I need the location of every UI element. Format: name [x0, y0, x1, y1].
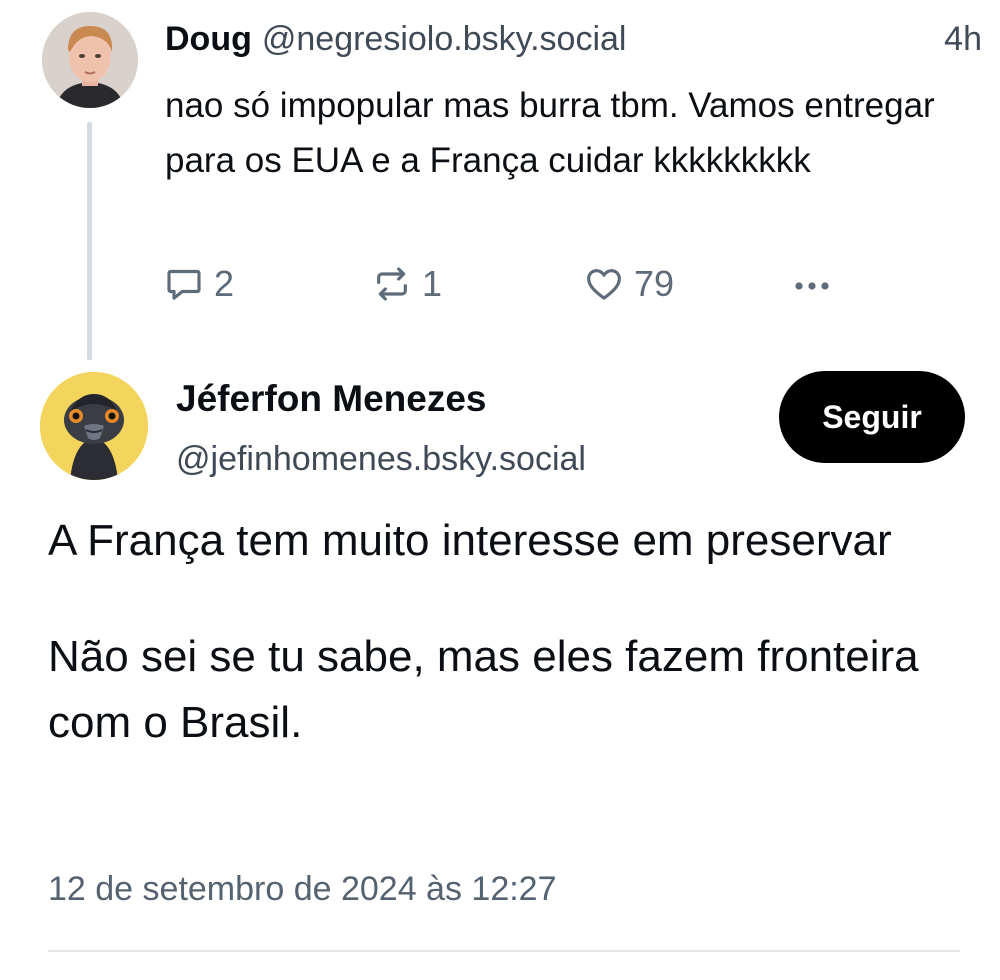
- more-icon: [795, 282, 829, 290]
- post-text: nao só impopular mas burra tbm. Vamos en…: [165, 86, 935, 180]
- emu-avatar-icon: [40, 372, 148, 480]
- avatar-photo-icon: [42, 12, 138, 108]
- reply-button[interactable]: 2: [164, 258, 234, 310]
- reply-count: 2: [214, 263, 235, 304]
- author-handle[interactable]: @negresiolo.bsky.social: [262, 20, 627, 59]
- avatar[interactable]: [40, 372, 148, 480]
- parent-post[interactable]: Doug @negresiolo.bsky.social 4h nao só i…: [0, 0, 1000, 360]
- post-text: A França tem muito interesse em preserva…: [48, 508, 968, 756]
- follow-button[interactable]: Seguir: [779, 371, 965, 463]
- repost-icon: [377, 267, 407, 301]
- more-options-button[interactable]: [790, 258, 838, 310]
- post-paragraph: Não sei se tu sabe, mas eles fazem front…: [48, 632, 919, 747]
- author-name[interactable]: Jéferfon Menezes: [176, 378, 487, 420]
- post-actions: 2 1 79: [160, 258, 860, 310]
- avatar[interactable]: [42, 12, 138, 108]
- thread-line: [87, 122, 92, 360]
- post-thread: Doug @negresiolo.bsky.social 4h nao só i…: [0, 0, 1000, 980]
- repost-button[interactable]: 1: [372, 258, 442, 310]
- divider: [48, 950, 960, 952]
- post-header: Doug @negresiolo.bsky.social 4h: [165, 20, 982, 66]
- post-time: 4h: [944, 20, 982, 58]
- like-icon: [587, 269, 621, 300]
- post-paragraph: A França tem muito interesse em preserva…: [48, 516, 892, 565]
- reply-icon: [167, 269, 201, 300]
- repost-count: 1: [422, 263, 443, 304]
- like-count: 79: [634, 263, 675, 304]
- author-handle[interactable]: @jefinhomenes.bsky.social: [176, 440, 658, 479]
- like-button[interactable]: 79: [584, 258, 674, 310]
- post-timestamp[interactable]: 12 de setembro de 2024 às 12:27: [48, 870, 557, 909]
- author-name[interactable]: Doug: [165, 20, 252, 59]
